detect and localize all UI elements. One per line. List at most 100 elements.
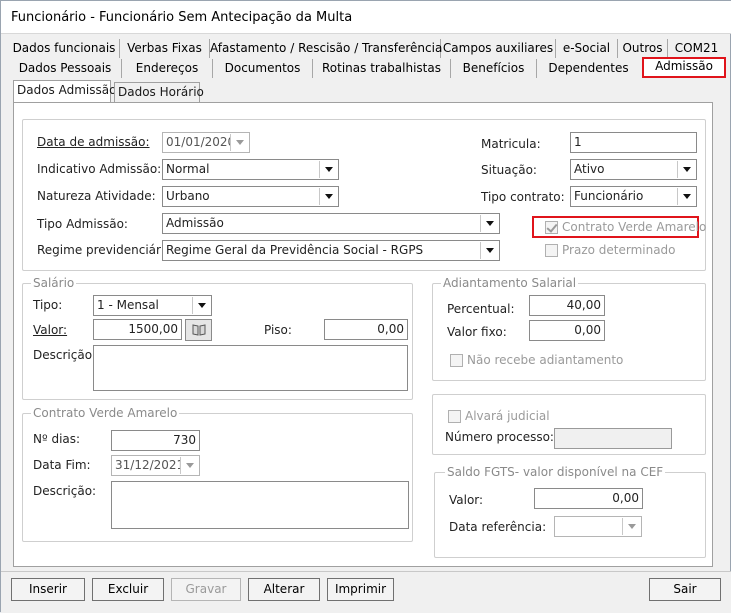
indicativo-value: Normal — [166, 162, 210, 176]
tab-beneficios[interactable]: Benefícios — [451, 59, 537, 78]
tab-dados-funcionais[interactable]: Dados funcionais — [9, 39, 120, 58]
gravar-button[interactable]: Gravar — [171, 578, 241, 601]
fgts-legend: Saldo FGTS- valor disponível na CEF — [445, 465, 666, 479]
data-admissao-value: 01/01/2020 — [166, 135, 236, 149]
tab-verbas-fixas[interactable]: Verbas Fixas — [120, 39, 210, 58]
adiantamento-legend: Adiantamento Salarial — [441, 276, 579, 290]
alvara-judicial-label: Alvará judicial — [465, 409, 550, 423]
fgts-valor-value: 0,00 — [612, 491, 639, 505]
button-bar: Inserir Excluir Gravar Alterar Imprimir … — [1, 571, 731, 613]
contrato-verde-checkbox[interactable] — [545, 221, 558, 234]
chevron-down-icon[interactable] — [319, 161, 337, 178]
situacao-value: Ativo — [574, 162, 605, 176]
chevron-down-icon[interactable] — [230, 134, 248, 151]
alvara-group: Alvará judicial Número processo: — [432, 394, 706, 455]
tab-documentos[interactable]: Documentos — [213, 59, 313, 78]
tab-outros[interactable]: Outros — [618, 39, 668, 58]
indicativo-label: Indicativo Admissão: — [37, 162, 162, 176]
salario-descricao-field[interactable] — [93, 345, 408, 391]
situacao-select[interactable]: Ativo — [570, 159, 697, 180]
natureza-value: Urbano — [166, 189, 210, 203]
nao-recebe-checkbox[interactable] — [450, 354, 463, 367]
subtab-row: Dados Admissão Dados Horário — [13, 80, 253, 102]
book-icon — [192, 324, 206, 336]
chevron-down-icon[interactable] — [319, 188, 337, 205]
data-referencia-label: Data referência: — [449, 520, 547, 534]
cva-descricao-label: Descrição: — [33, 484, 97, 498]
fgts-valor-label: Valor: — [449, 493, 484, 507]
title-bar: Funcionário - Funcionário Sem Antecipaçã… — [1, 1, 731, 34]
matricula-label: Matricula: — [481, 137, 541, 151]
subtab-dados-horario[interactable]: Dados Horário — [114, 82, 204, 102]
cva-descricao-field[interactable] — [111, 481, 409, 529]
salario-tipo-value: 1 - Mensal — [97, 298, 159, 312]
fgts-valor-field[interactable]: 0,00 — [534, 488, 643, 509]
situacao-label: Situação: — [481, 163, 537, 177]
inserir-button[interactable]: Inserir — [11, 578, 85, 601]
chevron-down-icon[interactable] — [480, 242, 498, 259]
valor-fixo-value: 0,00 — [574, 323, 601, 337]
tab-afastamento[interactable]: Afastamento / Rescisão / Transferência — [210, 39, 442, 58]
salario-group: Salário Tipo: 1 - Mensal Valor: 1500,00 … — [22, 276, 413, 400]
data-fim-field[interactable]: 31/12/2021 — [111, 455, 200, 476]
tab-admissao[interactable]: Admissão — [642, 57, 726, 78]
chevron-down-icon[interactable] — [622, 518, 640, 535]
employee-window: Funcionário - Funcionário Sem Antecipaçã… — [0, 0, 731, 613]
chevron-down-icon[interactable] — [192, 297, 210, 314]
tab-campos-auxiliares[interactable]: Campos auxiliares — [441, 39, 556, 58]
tab-dependentes[interactable]: Dependentes — [537, 59, 640, 78]
contrato-verde-legend: Contrato Verde Amarelo — [31, 406, 180, 420]
valor-fixo-field[interactable]: 0,00 — [529, 320, 605, 341]
alterar-button[interactable]: Alterar — [248, 578, 320, 601]
dias-field[interactable]: 730 — [111, 430, 200, 451]
data-admissao-field[interactable]: 01/01/2020 — [162, 132, 250, 153]
tab-com21[interactable]: COM21 — [668, 39, 725, 58]
tab-dados-pessoais[interactable]: Dados Pessoais — [9, 59, 122, 78]
salario-tipo-label: Tipo: — [33, 298, 63, 312]
regime-select[interactable]: Regime Geral da Previdência Social - RGP… — [162, 240, 500, 261]
tipo-contrato-value: Funcionário — [574, 189, 644, 203]
tab-esocial[interactable]: e-Social — [556, 39, 618, 58]
window-title: Funcionário - Funcionário Sem Antecipaçã… — [11, 10, 353, 25]
excluir-button[interactable]: Excluir — [92, 578, 164, 601]
indicativo-select[interactable]: Normal — [162, 159, 339, 180]
salario-valor-field[interactable]: 1500,00 — [93, 319, 182, 340]
salario-descricao-label: Descrição: — [33, 348, 97, 362]
chevron-down-icon[interactable] — [480, 215, 498, 232]
tipo-admissao-select[interactable]: Admissão — [162, 213, 500, 234]
piso-field[interactable]: 0,00 — [324, 319, 408, 340]
book-button[interactable] — [185, 319, 212, 341]
salario-valor-value: 1500,00 — [128, 322, 178, 336]
percentual-field[interactable]: 40,00 — [529, 295, 605, 316]
chevron-down-icon[interactable] — [677, 188, 695, 205]
subtab-dados-admissao[interactable]: Dados Admissão — [13, 80, 116, 102]
salario-valor-label: Valor: — [33, 323, 68, 337]
chevron-down-icon[interactable] — [180, 457, 198, 474]
sair-button[interactable]: Sair — [649, 578, 721, 601]
adiantamento-group: Adiantamento Salarial Percentual: 40,00 … — [432, 276, 706, 381]
prazo-determinado-checkbox[interactable] — [545, 244, 558, 257]
imprimir-button[interactable]: Imprimir — [327, 578, 394, 601]
percentual-label: Percentual: — [447, 302, 515, 316]
percentual-value: 40,00 — [566, 298, 601, 312]
alvara-judicial-checkbox[interactable] — [448, 410, 461, 423]
natureza-select[interactable]: Urbano — [162, 186, 339, 207]
tipo-contrato-select[interactable]: Funcionário — [570, 186, 697, 207]
contrato-verde-label: Contrato Verde Amarelo — [562, 220, 707, 234]
matricula-field[interactable]: 1 — [570, 132, 697, 153]
tipo-contrato-label: Tipo contrato: — [481, 190, 565, 204]
data-admissao-label: Data de admissão: — [37, 135, 150, 149]
tab-rotinas-trabalhistas[interactable]: Rotinas trabalhistas — [313, 59, 451, 78]
tipo-admissao-label: Tipo Admissão: — [37, 217, 128, 231]
data-referencia-field[interactable] — [554, 516, 642, 537]
fgts-group: Saldo FGTS- valor disponível na CEF Valo… — [434, 465, 706, 558]
tab-enderecos[interactable]: Endereços — [122, 59, 213, 78]
salario-tipo-select[interactable]: 1 - Mensal — [93, 295, 212, 316]
regime-label: Regime previdenciário: — [37, 243, 176, 257]
nao-recebe-label: Não recebe adiantamento — [467, 353, 624, 367]
chevron-down-icon[interactable] — [677, 161, 695, 178]
tab-row-1: Dados funcionais Verbas Fixas Afastament… — [9, 39, 721, 58]
salario-legend: Salário — [31, 276, 77, 290]
numero-processo-label: Número processo: — [445, 430, 554, 444]
numero-processo-field[interactable] — [554, 428, 672, 449]
